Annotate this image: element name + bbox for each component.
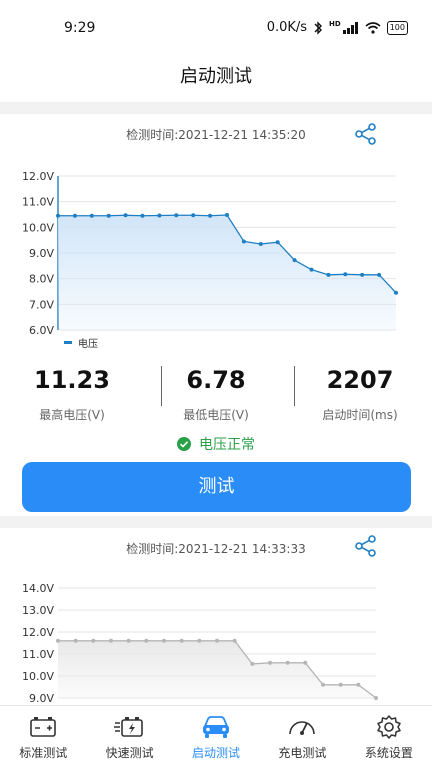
data-point: [303, 660, 308, 665]
y-tick-label: 9.0V: [29, 692, 54, 705]
nav-label: 标准测试: [19, 746, 68, 760]
y-tick-label: 10.0V: [22, 670, 54, 683]
data-point: [73, 638, 78, 643]
nav-startup-test[interactable]: 启动测试: [173, 706, 259, 768]
gauge-icon: [289, 721, 316, 735]
data-point: [56, 638, 60, 643]
data-point: [162, 638, 166, 643]
nav-charge-test[interactable]: 充电测试: [259, 706, 345, 768]
nav-label: 启动测试: [192, 746, 241, 760]
bottom-nav: 标准测试 快速测试 启动测试 充电测试 系统设置: [0, 705, 432, 768]
nav-system-settings[interactable]: 系统设置: [346, 706, 432, 768]
nav-quick-test[interactable]: 快速测试: [86, 706, 172, 768]
data-point: [250, 661, 255, 666]
data-point: [338, 682, 343, 687]
battery-icon: [30, 717, 57, 737]
data-point: [232, 638, 237, 643]
nav-label: 快速测试: [105, 746, 154, 760]
data-point: [215, 638, 219, 643]
gear-icon: [377, 715, 401, 739]
data-point: [126, 638, 131, 643]
data-point: [179, 638, 184, 643]
data-point: [144, 638, 149, 643]
data-point: [321, 682, 325, 687]
y-tick-label: 14.0V: [22, 582, 54, 595]
nav-standard-test[interactable]: 标准测试: [0, 706, 86, 768]
y-tick-label: 11.0V: [22, 648, 54, 661]
data-point: [374, 696, 378, 700]
nav-label: 系统设置: [364, 746, 413, 760]
car-icon: [203, 716, 230, 738]
data-point: [356, 682, 361, 687]
y-tick-label: 13.0V: [22, 604, 54, 617]
data-point: [268, 660, 272, 665]
voltage-chart-previous: 14.0V 13.0V 12.0V 11.0V 10.0V 9.0V: [22, 582, 378, 705]
data-point: [91, 638, 96, 643]
quick-charge-icon: [113, 717, 143, 737]
area-fill: [58, 640, 376, 698]
data-point: [109, 638, 113, 643]
nav-label: 充电测试: [278, 746, 327, 760]
data-point: [197, 638, 202, 643]
data-point: [285, 660, 290, 665]
y-tick-label: 12.0V: [22, 626, 54, 639]
